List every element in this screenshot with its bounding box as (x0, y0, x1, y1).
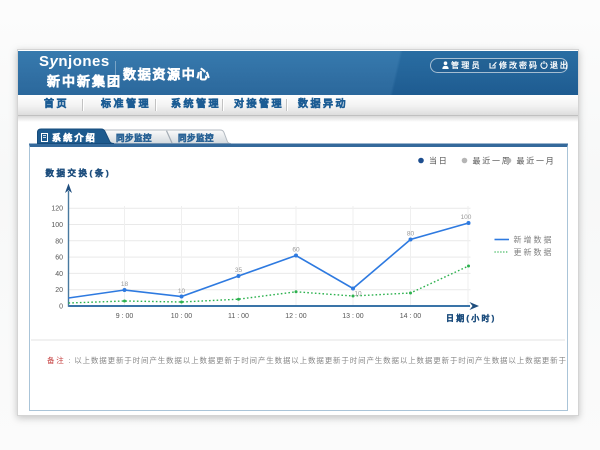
svg-text:80: 80 (407, 230, 415, 237)
svg-text:60: 60 (55, 254, 63, 261)
svg-text:日期(小时): 日期(小时) (446, 313, 497, 323)
svg-text:13 : 00: 13 : 00 (342, 313, 364, 320)
svg-text:数据交换(条): 数据交换(条) (46, 168, 112, 178)
svg-text:10: 10 (354, 290, 362, 297)
svg-text:14 : 00: 14 : 00 (400, 313, 422, 320)
svg-text:12 : 00: 12 : 00 (285, 313, 307, 320)
svg-text:最近一周: 最近一周 (473, 155, 512, 165)
svg-text:100: 100 (51, 222, 63, 229)
svg-text:100: 100 (461, 214, 472, 221)
svg-text:更新数据: 更新数据 (514, 247, 554, 257)
svg-text:20: 20 (55, 287, 63, 294)
svg-text:11 : 00: 11 : 00 (228, 313, 249, 320)
svg-text:35: 35 (235, 267, 243, 274)
svg-text:0: 0 (59, 303, 63, 310)
svg-text:当日: 当日 (429, 155, 449, 165)
svg-text:最近一月: 最近一月 (517, 155, 556, 165)
svg-text:9 : 00: 9 : 00 (116, 313, 134, 320)
svg-text:120: 120 (51, 205, 63, 212)
svg-text:10 : 00: 10 : 00 (171, 313, 193, 320)
svg-text:新增数据: 新增数据 (514, 234, 554, 244)
svg-text:40: 40 (55, 270, 63, 277)
svg-text:备注 : 以上数据更新于时间产生数据以上数据更新于时间产生数: 备注 : 以上数据更新于时间产生数据以上数据更新于时间产生数据以上数据更新于时间… (47, 355, 567, 365)
svg-text:60: 60 (292, 246, 300, 253)
svg-text:18: 18 (121, 281, 129, 288)
svg-text:10: 10 (178, 288, 186, 295)
svg-text:80: 80 (55, 238, 63, 245)
